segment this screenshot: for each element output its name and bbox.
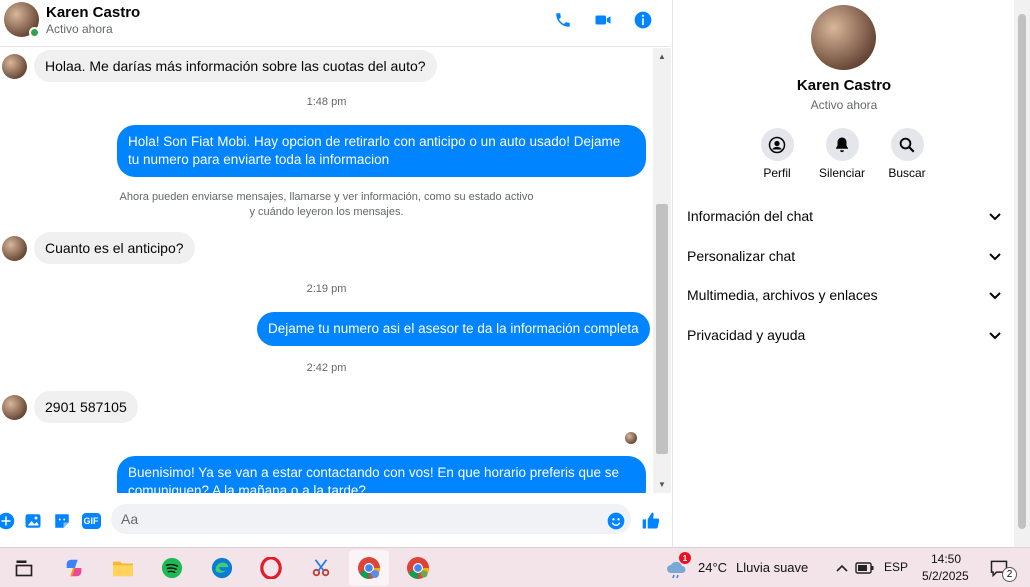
battery-icon[interactable]: [853, 556, 877, 580]
profile-label: Perfil: [763, 166, 791, 180]
weather-description[interactable]: Lluvia suave: [736, 560, 808, 575]
message-composer: GIF Aa: [0, 493, 671, 547]
profile-name: Karen Castro: [796, 77, 892, 94]
copilot-icon[interactable]: [62, 556, 86, 580]
contact-avatar[interactable]: [4, 2, 40, 38]
clock-date[interactable]: 5/2/2025: [922, 569, 969, 583]
page-scrollbar-thumb[interactable]: [1018, 14, 1026, 529]
system-notice-line: y cuándo leyeron los mensajes.: [249, 206, 404, 218]
search-icon[interactable]: [890, 128, 924, 161]
snipping-tool-icon[interactable]: [309, 556, 333, 580]
section-chat-info[interactable]: Información del chat: [687, 201, 1001, 231]
section-customize-chat[interactable]: Personalizar chat: [687, 241, 1001, 271]
spotify-icon[interactable]: [160, 556, 184, 580]
weather-alert-badge: 1: [679, 552, 691, 564]
bell-icon[interactable]: [825, 128, 859, 161]
system-notice-line: Ahora pueden enviarse mensajes, llamarse…: [119, 191, 534, 203]
outgoing-message[interactable]: Hola! Son Fiat Mobi. Hay opcion de retir…: [117, 125, 646, 177]
mute-label: Silenciar: [818, 166, 866, 180]
message-line: Buenisimo! Ya se van a estar contactando…: [128, 465, 620, 480]
clock-time[interactable]: 14:50: [931, 552, 961, 566]
chrome-icon[interactable]: [406, 556, 430, 580]
emoji-icon[interactable]: [606, 511, 626, 531]
timestamp: 2:42 pm: [306, 362, 347, 374]
video-call-icon[interactable]: [592, 9, 614, 31]
profile-status: Activo ahora: [810, 98, 878, 112]
photo-icon[interactable]: [23, 511, 43, 531]
like-icon[interactable]: [641, 511, 661, 531]
gif-button[interactable]: GIF: [80, 511, 102, 531]
notifications-icon[interactable]: 2: [987, 556, 1017, 582]
scroll-down-arrow-icon[interactable]: ▼: [653, 476, 671, 493]
section-label: Privacidad y ayuda: [687, 327, 806, 343]
online-indicator: [29, 27, 40, 38]
input-language[interactable]: ESP: [884, 560, 908, 574]
incoming-message[interactable]: Cuanto es el anticipo?: [34, 232, 195, 264]
system-notice: Ahora pueden enviarse mensajes, llamarse…: [0, 190, 653, 220]
edge-icon[interactable]: [210, 556, 234, 580]
chevron-down-icon: [989, 287, 1001, 303]
chat-header: Karen Castro Activo ahora: [0, 0, 671, 47]
thread-scrollbar[interactable]: ▲ ▼: [653, 48, 671, 493]
gif-label: GIF: [81, 513, 101, 529]
section-label: Multimedia, archivos y enlaces: [687, 287, 878, 303]
notification-count-badge: 2: [1002, 567, 1017, 582]
conversation-details-panel: Karen Castro Activo ahora Perfil Silenci…: [672, 0, 1014, 547]
search-action[interactable]: Buscar: [877, 128, 937, 180]
incoming-message[interactable]: Holaa. Me darías más información sobre l…: [34, 50, 437, 82]
chevron-down-icon: [989, 327, 1001, 343]
section-privacy-support[interactable]: Privacidad y ayuda: [687, 320, 1001, 350]
message-thread[interactable]: Holaa. Me darías más información sobre l…: [0, 48, 653, 493]
chevron-up-icon[interactable]: [830, 556, 854, 580]
profile-avatar[interactable]: [811, 5, 876, 70]
section-media-files[interactable]: Multimedia, archivos y enlaces: [687, 280, 1001, 310]
plus-icon[interactable]: [0, 511, 16, 531]
contact-status: Activo ahora: [46, 22, 113, 36]
message-input[interactable]: Aa: [111, 504, 631, 534]
scroll-up-arrow-icon[interactable]: ▲: [653, 48, 671, 65]
sender-avatar[interactable]: [2, 235, 27, 261]
page-scrollbar[interactable]: [1014, 0, 1030, 547]
messenger-window: Karen Castro Activo ahora Holaa. Me darí…: [0, 0, 1030, 547]
timestamp: 1:48 pm: [306, 96, 347, 108]
profile-icon[interactable]: [760, 128, 794, 161]
section-label: Información del chat: [687, 208, 814, 224]
incoming-message-row: Cuanto es el anticipo?: [0, 232, 195, 264]
phone-icon[interactable]: [552, 9, 574, 31]
section-label: Personalizar chat: [687, 248, 796, 264]
scrollbar-thumb[interactable]: [656, 204, 668, 454]
sender-avatar[interactable]: [2, 53, 27, 79]
search-label: Buscar: [888, 166, 926, 180]
seen-receipt-avatar: [625, 432, 637, 444]
profile-action[interactable]: Perfil: [747, 128, 807, 180]
windows-taskbar: 1 24°C Lluvia suave ESP 14:50 5/2/2025 2: [0, 547, 1030, 587]
weather-temperature[interactable]: 24°C: [698, 560, 727, 575]
chevron-down-icon: [989, 248, 1001, 264]
incoming-message-row: Holaa. Me darías más información sobre l…: [0, 50, 437, 82]
chrome-profile-icon-active[interactable]: [349, 550, 389, 586]
sender-avatar[interactable]: [2, 394, 27, 420]
outgoing-message[interactable]: Dejame tu numero asi el asesor te da la …: [257, 312, 650, 346]
mute-action[interactable]: Silenciar: [812, 128, 872, 180]
message-line: Hola! Son Fiat Mobi. Hay opcion de retir…: [128, 134, 621, 149]
file-explorer-icon[interactable]: [111, 556, 135, 580]
message-line: comuniquen? A la mañana o a la tarde?: [128, 483, 366, 493]
timestamp: 2:19 pm: [306, 283, 347, 295]
info-icon[interactable]: [632, 9, 654, 31]
chevron-down-icon: [989, 208, 1001, 224]
incoming-message-row: 2901 587105: [0, 391, 138, 423]
incoming-message[interactable]: 2901 587105: [34, 391, 138, 423]
message-line: tu numero para enviarte toda la informac…: [128, 152, 390, 167]
contact-name[interactable]: Karen Castro: [46, 4, 140, 21]
task-view-icon[interactable]: [12, 556, 36, 580]
opera-icon[interactable]: [259, 556, 283, 580]
weather-icon[interactable]: 1: [665, 552, 691, 580]
sticker-icon[interactable]: [52, 511, 72, 531]
outgoing-message[interactable]: Buenisimo! Ya se van a estar contactando…: [117, 456, 646, 493]
